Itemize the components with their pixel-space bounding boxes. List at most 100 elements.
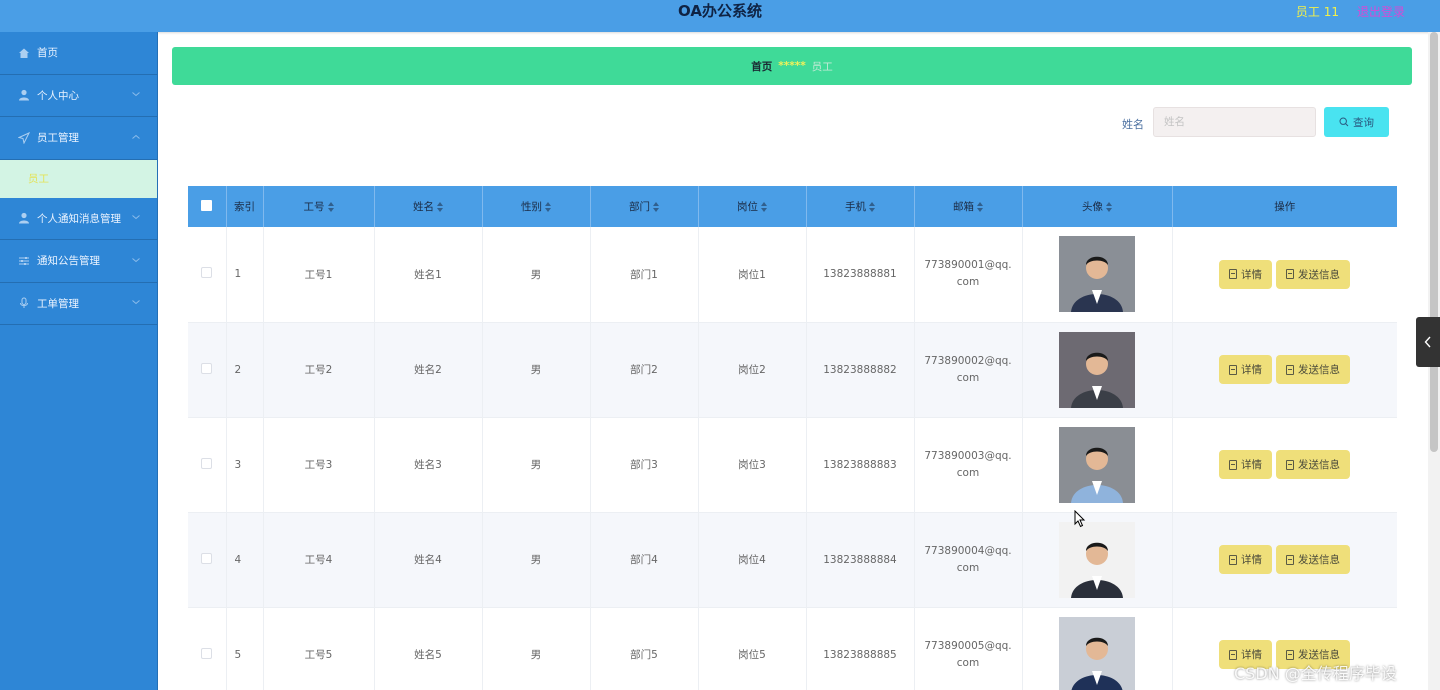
column-header-post[interactable]: 岗位 <box>698 186 807 227</box>
search-input[interactable] <box>1153 107 1316 137</box>
avatar[interactable] <box>1059 331 1135 408</box>
column-header-avatar[interactable]: 头像 <box>1022 186 1173 227</box>
cell-dept: 部门4 <box>590 512 699 608</box>
sidebar: 首页 个人中心 员工管理 员工 个人通知消息管理 通知公告管理 工单管理 <box>0 32 158 690</box>
cell-gender: 男 <box>482 607 591 690</box>
column-header-phone[interactable]: 手机 <box>806 186 915 227</box>
cell-emp-no: 工号5 <box>263 607 375 690</box>
row-checkbox[interactable] <box>188 227 227 323</box>
cell-phone: 13823888882 <box>806 322 915 418</box>
avatar[interactable] <box>1059 521 1135 598</box>
cell-actions: 详情 发送信息 <box>1172 512 1397 608</box>
column-header-email[interactable]: 邮箱 <box>914 186 1023 227</box>
sidebar-item-label: 个人通知消息管理 <box>37 212 121 225</box>
avatar[interactable] <box>1059 236 1135 313</box>
breadcrumb: 首页 ***** 员工 <box>172 47 1412 85</box>
sidebar-item-announcement[interactable]: 通知公告管理 <box>0 240 157 283</box>
cell-post: 岗位3 <box>698 417 807 513</box>
send-message-button[interactable]: 发送信息 <box>1276 545 1350 574</box>
top-bar: OA办公系统 员工 11 退出登录 <box>0 0 1440 32</box>
cell-phone: 13823888883 <box>806 417 915 513</box>
cell-avatar <box>1022 607 1173 690</box>
row-checkbox[interactable] <box>188 607 227 690</box>
column-header-name[interactable]: 姓名 <box>374 186 483 227</box>
send-message-button[interactable]: 发送信息 <box>1276 259 1350 289</box>
cell-phone: 13823888884 <box>806 512 915 608</box>
detail-button[interactable]: 详情 <box>1219 355 1272 384</box>
sidebar-item-personal-notification[interactable]: 个人通知消息管理 <box>0 198 157 240</box>
sidebar-item-work-order[interactable]: 工单管理 <box>0 283 157 325</box>
document-icon <box>1286 459 1294 470</box>
detail-button[interactable]: 详情 <box>1219 545 1272 574</box>
cell-actions: 详情 发送信息 <box>1172 227 1397 323</box>
document-icon <box>1229 364 1237 375</box>
cell-emp-no: 工号4 <box>263 512 375 608</box>
row-checkbox[interactable] <box>188 512 227 608</box>
table-row[interactable]: 5 工号5 姓名5 男部门5 岗位5 13823888885 773890005@qq.co… <box>188 607 1397 690</box>
cell-avatar <box>1022 322 1173 418</box>
document-icon <box>1286 269 1294 280</box>
sort-icon <box>977 202 983 212</box>
row-checkbox[interactable] <box>188 417 227 513</box>
cell-avatar <box>1022 227 1173 323</box>
document-icon <box>1229 649 1237 660</box>
cell-post: 岗位1 <box>698 227 807 323</box>
cell-phone: 13823888885 <box>806 607 915 690</box>
chevron-left-icon <box>1424 336 1431 348</box>
cell-index: 5 <box>226 607 264 690</box>
cell-dept: 部门2 <box>590 322 699 418</box>
chevron-down-icon <box>132 300 140 305</box>
search-label: 姓名 <box>1122 118 1144 131</box>
cell-phone: 13823888881 <box>806 227 915 323</box>
breadcrumb-current: 员工 <box>811 60 833 73</box>
sort-icon <box>761 202 767 212</box>
detail-button[interactable]: 详情 <box>1219 259 1272 289</box>
watermark: CSDN @全传程序毕设 <box>1234 664 1397 683</box>
table-row[interactable]: 1 工号1 姓名1 男部门1 岗位1 13823888881 773890001@qq.co… <box>188 227 1397 323</box>
cell-gender: 男 <box>482 322 591 418</box>
table-row[interactable]: 4 工号4 姓名4 男部门4 岗位4 13823888884 773890004@qq.co… <box>188 512 1397 608</box>
cell-index: 1 <box>226 227 264 323</box>
cell-emp-no: 工号3 <box>263 417 375 513</box>
search-button-label: 查询 <box>1353 116 1374 129</box>
column-header-dept[interactable]: 部门 <box>590 186 699 227</box>
column-header-emp-no[interactable]: 工号 <box>263 186 375 227</box>
chevron-up-icon <box>132 134 140 139</box>
cell-avatar <box>1022 417 1173 513</box>
cell-email: 773890004@qq.com <box>914 512 1023 608</box>
table-row[interactable]: 2 工号2 姓名2 男部门2 岗位2 13823888882 773890002@qq.co… <box>188 322 1397 418</box>
cell-email: 773890002@qq.com <box>914 322 1023 418</box>
cell-post: 岗位5 <box>698 607 807 690</box>
sidebar-item-home[interactable]: 首页 <box>0 32 157 75</box>
breadcrumb-separator: ***** <box>778 60 806 72</box>
cell-index: 3 <box>226 417 264 513</box>
sidebar-item-personal-center[interactable]: 个人中心 <box>0 75 157 117</box>
cell-emp-no: 工号2 <box>263 322 375 418</box>
detail-button[interactable]: 详情 <box>1219 450 1272 479</box>
send-message-button[interactable]: 发送信息 <box>1276 450 1350 479</box>
document-icon <box>1286 649 1294 660</box>
sliders-icon <box>18 255 30 267</box>
scroll-thumb[interactable] <box>1430 32 1438 452</box>
cell-email: 773890003@qq.com <box>914 417 1023 513</box>
cell-name: 姓名3 <box>374 417 483 513</box>
avatar[interactable] <box>1059 616 1135 690</box>
breadcrumb-home[interactable]: 首页 <box>751 59 772 74</box>
side-panel-toggle[interactable] <box>1416 317 1440 367</box>
cell-name: 姓名2 <box>374 322 483 418</box>
cell-index: 4 <box>226 512 264 608</box>
sidebar-item-employee-management[interactable]: 员工管理 <box>0 117 157 160</box>
logout-link[interactable]: 退出登录 <box>1357 3 1405 20</box>
column-header-actions: 操作 <box>1172 186 1397 227</box>
column-header-gender[interactable]: 性别 <box>482 186 591 227</box>
table-row[interactable]: 3 工号3 姓名3 男部门3 岗位3 13823888883 773890003@qq.co… <box>188 417 1397 513</box>
search-button[interactable]: 查询 <box>1324 107 1389 137</box>
select-all-checkbox[interactable] <box>188 186 227 227</box>
cell-email: 773890001@qq.com <box>914 227 1023 323</box>
row-checkbox[interactable] <box>188 322 227 418</box>
avatar[interactable] <box>1059 426 1135 503</box>
sidebar-subitem-employee[interactable]: 员工 <box>0 159 157 198</box>
cell-actions: 详情 发送信息 <box>1172 322 1397 418</box>
cell-index: 2 <box>226 322 264 418</box>
send-message-button[interactable]: 发送信息 <box>1276 355 1350 384</box>
